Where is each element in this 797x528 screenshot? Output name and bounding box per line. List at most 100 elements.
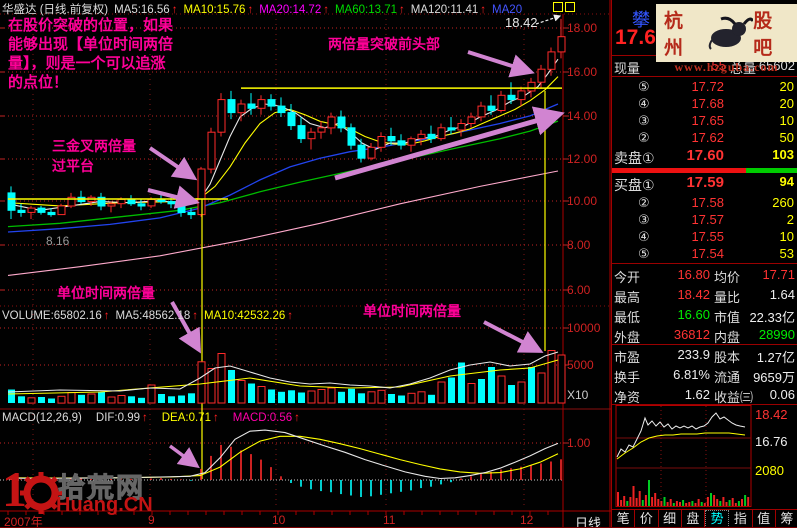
chart-header: 华盛达 (日线.前复权) MA5:16.56 ↑ MA10:15.76 ↑ MA20:14… (2, 1, 534, 17)
buy-quantity: 53 (779, 246, 794, 261)
up-arrow-icon: ↑ (171, 4, 178, 16)
stat2-value: 6.81% (673, 367, 710, 382)
close-window-icon[interactable] (565, 2, 575, 12)
buy-quantity: 10 (779, 229, 794, 244)
sell-quantity: 20 (779, 96, 794, 111)
price-axis-label: 6.00 (567, 283, 591, 297)
shihuang-site: Huang.CN (56, 494, 153, 516)
buy-strength-segment (745, 168, 797, 173)
ma-indicator-4: MA120:11.41 (410, 4, 479, 16)
sell-order-row-0[interactable]: ⑤ 17.72 20 (612, 78, 797, 95)
tab-笔[interactable]: 笔 (612, 510, 636, 528)
sell-price: 17.65 (691, 113, 724, 128)
tab-筹[interactable]: 筹 (776, 510, 797, 528)
buy-quantity: 94 (779, 174, 794, 189)
up-arrow-icon: ↑ (287, 310, 293, 322)
partial-stock-glyph: 攀 (632, 10, 650, 30)
sell-order-row-1[interactable]: ④ 17.68 20 (612, 95, 797, 112)
up-arrow-icon: ↑ (294, 412, 300, 424)
volume-multiplier-label: X10 (567, 388, 589, 402)
ma-indicator-2: MA20:14.72 (259, 4, 322, 16)
price-axis-label: 8.00 (567, 238, 591, 252)
sell-price: 17.62 (691, 130, 724, 145)
guba-left-text: 杭州 (664, 11, 684, 59)
stat-label: 最低 (614, 310, 641, 325)
buy-price: 17.55 (691, 229, 724, 244)
sell-level-tag: ⑤ (638, 79, 650, 94)
restore-window-icon[interactable] (553, 2, 563, 12)
up-arrow-icon: ↑ (212, 412, 219, 424)
sell-price: 17.72 (691, 79, 724, 94)
stat-value: 22.33亿 (749, 310, 795, 325)
price-axis-label: 10.00 (567, 194, 598, 208)
tab-盘[interactable]: 盘 (682, 510, 705, 528)
up-arrow-icon: ↑ (323, 4, 329, 16)
stat-row-3: 外盘 36812 内盘 28990 (612, 326, 797, 346)
quote-tab-bar: 笔价细盘势指值筹 (612, 509, 797, 528)
buy-level-tag: ② (638, 195, 650, 210)
volume-axis-label: 10000 (567, 321, 601, 335)
price-axis-label: 12.00 (567, 152, 598, 166)
sell-level-tag: ④ (638, 96, 650, 111)
stat-value: 36812 (673, 327, 710, 342)
macd-axis-label: 1.00 (567, 436, 591, 450)
stat2-label: 市盈 (614, 350, 641, 365)
date-axis-label: 10 (272, 513, 286, 527)
bull-logo-icon (708, 16, 754, 50)
ma-indicator-list: MA5:16.56 ↑ MA10:15.76 ↑ MA20:14.72 ↑ MA60:13.… (114, 4, 528, 16)
stat2-row-0: 市盈 233.9 股本 1.27亿 (612, 346, 797, 366)
ma-indicator-0: MA5:16.56 (114, 4, 170, 16)
buy-order-row-0[interactable]: 买盘① 17.59 94 (612, 173, 797, 194)
stat2-row-2: 净资 1.62 收益㈢ 0.06 (612, 386, 797, 406)
buy-price: 17.59 (686, 174, 724, 191)
sell-quantity: 10 (779, 113, 794, 128)
volume-indicator-0: VOLUME:65802.16 (2, 310, 102, 322)
stat-value: 16.60 (677, 307, 710, 322)
macd-indicator-2: MACD:0.56 (232, 412, 293, 424)
buy-order-row-2[interactable]: ③ 17.57 2 (612, 211, 797, 228)
price-axis-label: 18.00 (567, 21, 598, 35)
buy-price: 17.58 (691, 195, 724, 210)
stat-label: 今开 (614, 270, 641, 285)
window-buttons[interactable] (551, 2, 575, 20)
tab-势[interactable]: 势 (705, 510, 730, 528)
volume-indicator-1: MA5:48562.18 (115, 310, 191, 322)
shihuang-watermark: 1 拾荒网 Huang.CN (2, 464, 172, 524)
up-arrow-icon: ↑ (142, 412, 148, 424)
ma-indicator-3: MA60:13.71 (334, 4, 397, 16)
sell-level-tag: ③ (638, 113, 650, 128)
stat-label: 最高 (614, 290, 641, 305)
macd-header: MACD(12,26,9) DIF:0.99 ↑ DEA:0.71 ↑ MACD:0.56… (2, 412, 312, 424)
buy-quantity: 2 (786, 212, 794, 227)
volume-indicator-2: MA10:42532.26 (204, 310, 286, 322)
sell-order-row-3[interactable]: ② 17.62 50 (612, 129, 797, 146)
buy-quantity: 260 (772, 195, 794, 210)
low-price-label: 8.16 (46, 234, 70, 248)
sell-order-row-2[interactable]: ③ 17.65 10 (612, 112, 797, 129)
intraday-mini-chart[interactable] (612, 405, 797, 508)
tab-指[interactable]: 指 (729, 510, 753, 528)
tab-值[interactable]: 值 (753, 510, 776, 528)
tab-细[interactable]: 细 (659, 510, 682, 528)
buy-level-tag: ⑤ (638, 246, 650, 261)
annotation-break-head: 两倍量突破前头部 (328, 38, 440, 53)
sell-price: 17.60 (686, 147, 724, 164)
stat2-value: 1.62 (684, 387, 710, 402)
stat-row-0: 今开 16.80 均价 17.71 (612, 266, 797, 286)
stat-value: 16.80 (677, 267, 710, 282)
stat-value: 28990 (758, 327, 795, 342)
buy-order-row-1[interactable]: ② 17.58 260 (612, 194, 797, 211)
guba-url: www.hzguba.com (674, 60, 779, 74)
sell-order-row-4[interactable]: 卖盘① 17.60 103 (612, 146, 797, 167)
buy-price: 17.57 (691, 212, 724, 227)
period-label: 日线 (575, 516, 602, 528)
ma-indicator-1: MA10:15.76 (183, 4, 246, 16)
price-axis-label: 16.00 (567, 65, 598, 79)
buy-order-row-4[interactable]: ⑤ 17.54 53 (612, 245, 797, 262)
buy-level-tag: 买盘① (614, 177, 655, 193)
tab-价[interactable]: 价 (635, 510, 659, 528)
annotation-main-note: 在股价突破的位置，如果 能够出现【单位时间两倍 量】，则是一个可以追涨 的点位！ (8, 18, 174, 91)
macd-params: MACD(12,26,9) (2, 412, 82, 424)
trading-app-window: 华盛达 (日线.前复权) MA5:16.56 ↑ MA10:15.76 ↑ MA20:14… (0, 0, 797, 528)
buy-order-row-3[interactable]: ④ 17.55 10 (612, 228, 797, 245)
